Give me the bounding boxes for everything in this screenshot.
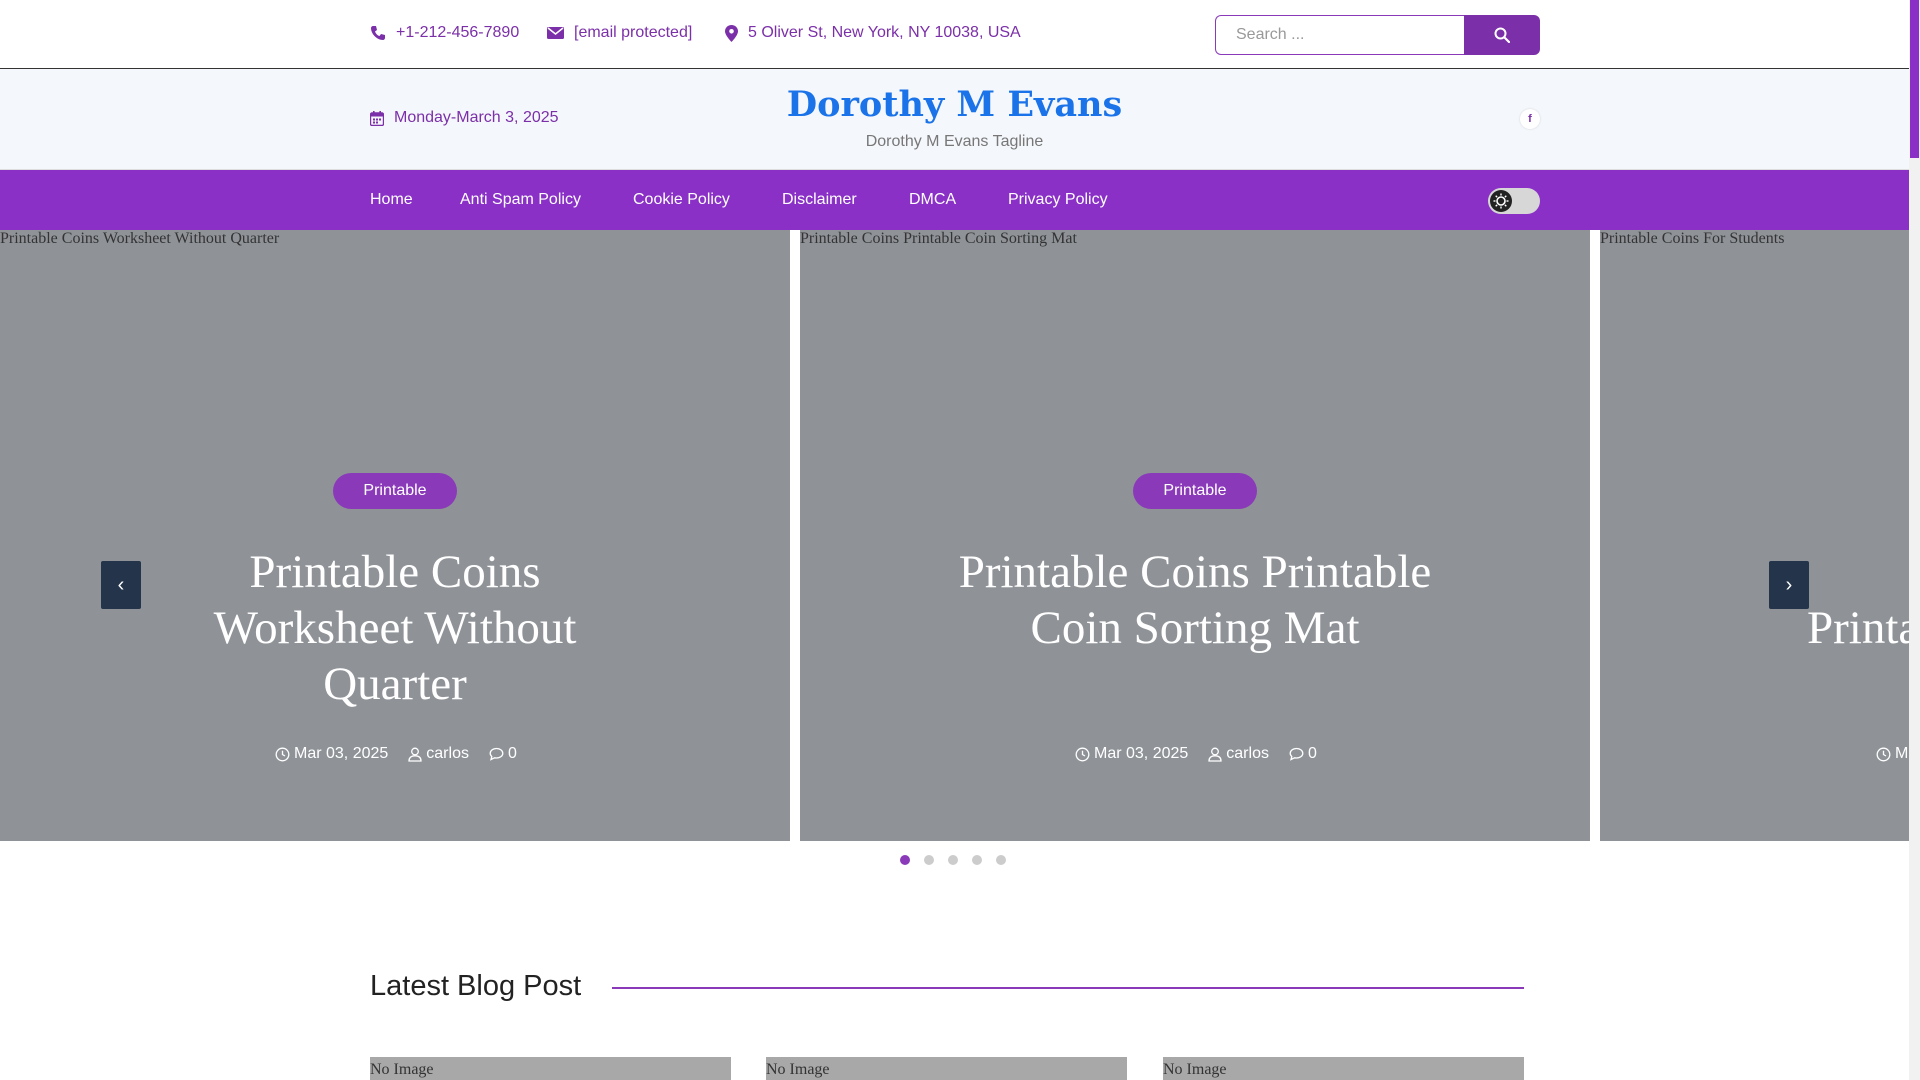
email-contact[interactable]: [email protected] — [547, 24, 692, 42]
site-header: Monday-March 3, 2025 Dorothy M Evans Dor… — [0, 69, 1909, 170]
search-button[interactable] — [1464, 15, 1540, 55]
slide-title[interactable]: Printa — [1807, 600, 1909, 656]
sun-icon — [1490, 190, 1512, 212]
slide-3[interactable]: Printable Coins For Students Printa Ma — [1600, 230, 1909, 841]
search-form — [1215, 15, 1540, 55]
slide-title[interactable]: Printable Coins Printable Coin Sorting M… — [945, 544, 1445, 656]
slider-dot-5[interactable] — [996, 855, 1006, 865]
top-bar: +1-212-456-7890 [email protected] 5 Oliv… — [0, 0, 1909, 69]
slider-dot-4[interactable] — [972, 855, 982, 865]
slider-dot-1[interactable] — [900, 855, 910, 865]
slider-dot-2[interactable] — [924, 855, 934, 865]
slide-image-alt: Printable Coins For Students — [1600, 230, 1785, 247]
nav-item-anti-spam-policy[interactable]: Anti Spam Policy — [460, 191, 581, 209]
comment-icon — [489, 747, 504, 761]
post-author[interactable]: carlos — [426, 745, 469, 763]
phone-contact[interactable]: +1-212-456-7890 — [370, 24, 519, 42]
slider-dot-3[interactable] — [948, 855, 958, 865]
slider-prev-button[interactable]: ‹ — [101, 561, 141, 609]
section-divider — [612, 987, 1524, 989]
slider-next-button[interactable]: › — [1769, 561, 1809, 609]
slide-title[interactable]: Printable Coins Worksheet Without Quarte… — [145, 544, 645, 712]
page-scrollbar[interactable] — [1909, 0, 1920, 1080]
post-date: Mar 03, 2025 — [1094, 745, 1189, 762]
slider-pagination — [900, 855, 1020, 865]
post-meta: Ma — [1876, 745, 1909, 763]
phone-number: +1-212-456-7890 — [396, 24, 520, 41]
chevron-left-icon: ‹ — [117, 573, 125, 596]
site-tagline: Dorothy M Evans Tagline — [865, 133, 1044, 150]
nav-item-cookie-policy[interactable]: Cookie Policy — [633, 191, 730, 209]
card-image-alt: No Image — [370, 1061, 434, 1078]
comment-count[interactable]: 0 — [1308, 745, 1317, 763]
nav-item-dmca[interactable]: DMCA — [909, 191, 956, 209]
post-date: Ma — [1895, 745, 1909, 762]
card-image-alt: No Image — [766, 1061, 830, 1078]
phone-icon — [371, 26, 385, 40]
post-date: Mar 03, 2025 — [294, 745, 389, 762]
dark-mode-toggle[interactable] — [1488, 188, 1540, 214]
post-author[interactable]: carlos — [1226, 745, 1269, 763]
nav-item-home[interactable]: Home — [370, 191, 413, 209]
slide-1[interactable]: Printable Coins Worksheet Without Quarte… — [0, 230, 790, 841]
main-navigation: Home Anti Spam Policy Cookie Policy Disc… — [0, 170, 1909, 230]
card-image-alt: No Image — [1163, 1061, 1227, 1078]
slide-2[interactable]: Printable Coins Printable Coin Sorting M… — [800, 230, 1590, 841]
clock-icon — [1876, 747, 1891, 761]
slide-image-alt: Printable Coins Worksheet Without Quarte… — [0, 230, 280, 247]
featured-slider: Printable Coins Worksheet Without Quarte… — [0, 230, 1909, 841]
nav-item-disclaimer[interactable]: Disclaimer — [782, 191, 857, 209]
slide-image-alt: Printable Coins Printable Coin Sorting M… — [800, 230, 1077, 247]
map-pin-icon — [725, 24, 738, 42]
post-meta: Mar 03, 2025 carlos 0 — [1075, 745, 1337, 763]
chevron-right-icon: › — [1785, 573, 1793, 596]
post-meta: Mar 03, 2025 carlos 0 — [275, 745, 537, 763]
scrollbar-thumb[interactable] — [1910, 0, 1919, 158]
search-input[interactable] — [1215, 15, 1465, 55]
envelope-icon — [547, 27, 564, 39]
section-title: Latest Blog Post — [370, 970, 582, 1002]
category-badge[interactable]: Printable — [1133, 473, 1257, 509]
user-icon — [1208, 747, 1222, 762]
blog-card-3[interactable]: No Image — [1163, 1057, 1524, 1080]
blog-card-2[interactable]: No Image — [766, 1057, 1127, 1080]
site-title[interactable]: Dorothy M Evans — [0, 84, 1909, 125]
user-icon — [408, 747, 422, 762]
comment-icon — [1289, 747, 1304, 761]
address-contact: 5 Oliver St, New York, NY 10038, USA — [725, 24, 1021, 42]
email-address: [email protected] — [574, 24, 693, 41]
address-text: 5 Oliver St, New York, NY 10038, USA — [748, 24, 1021, 41]
facebook-icon[interactable]: f — [1520, 109, 1540, 129]
clock-icon — [275, 747, 290, 761]
comment-count[interactable]: 0 — [508, 745, 517, 763]
clock-icon — [1075, 747, 1090, 761]
blog-card-1[interactable]: No Image — [370, 1057, 731, 1080]
nav-item-privacy-policy[interactable]: Privacy Policy — [1008, 191, 1108, 209]
search-icon — [1494, 27, 1511, 43]
category-badge[interactable]: Printable — [333, 473, 457, 509]
